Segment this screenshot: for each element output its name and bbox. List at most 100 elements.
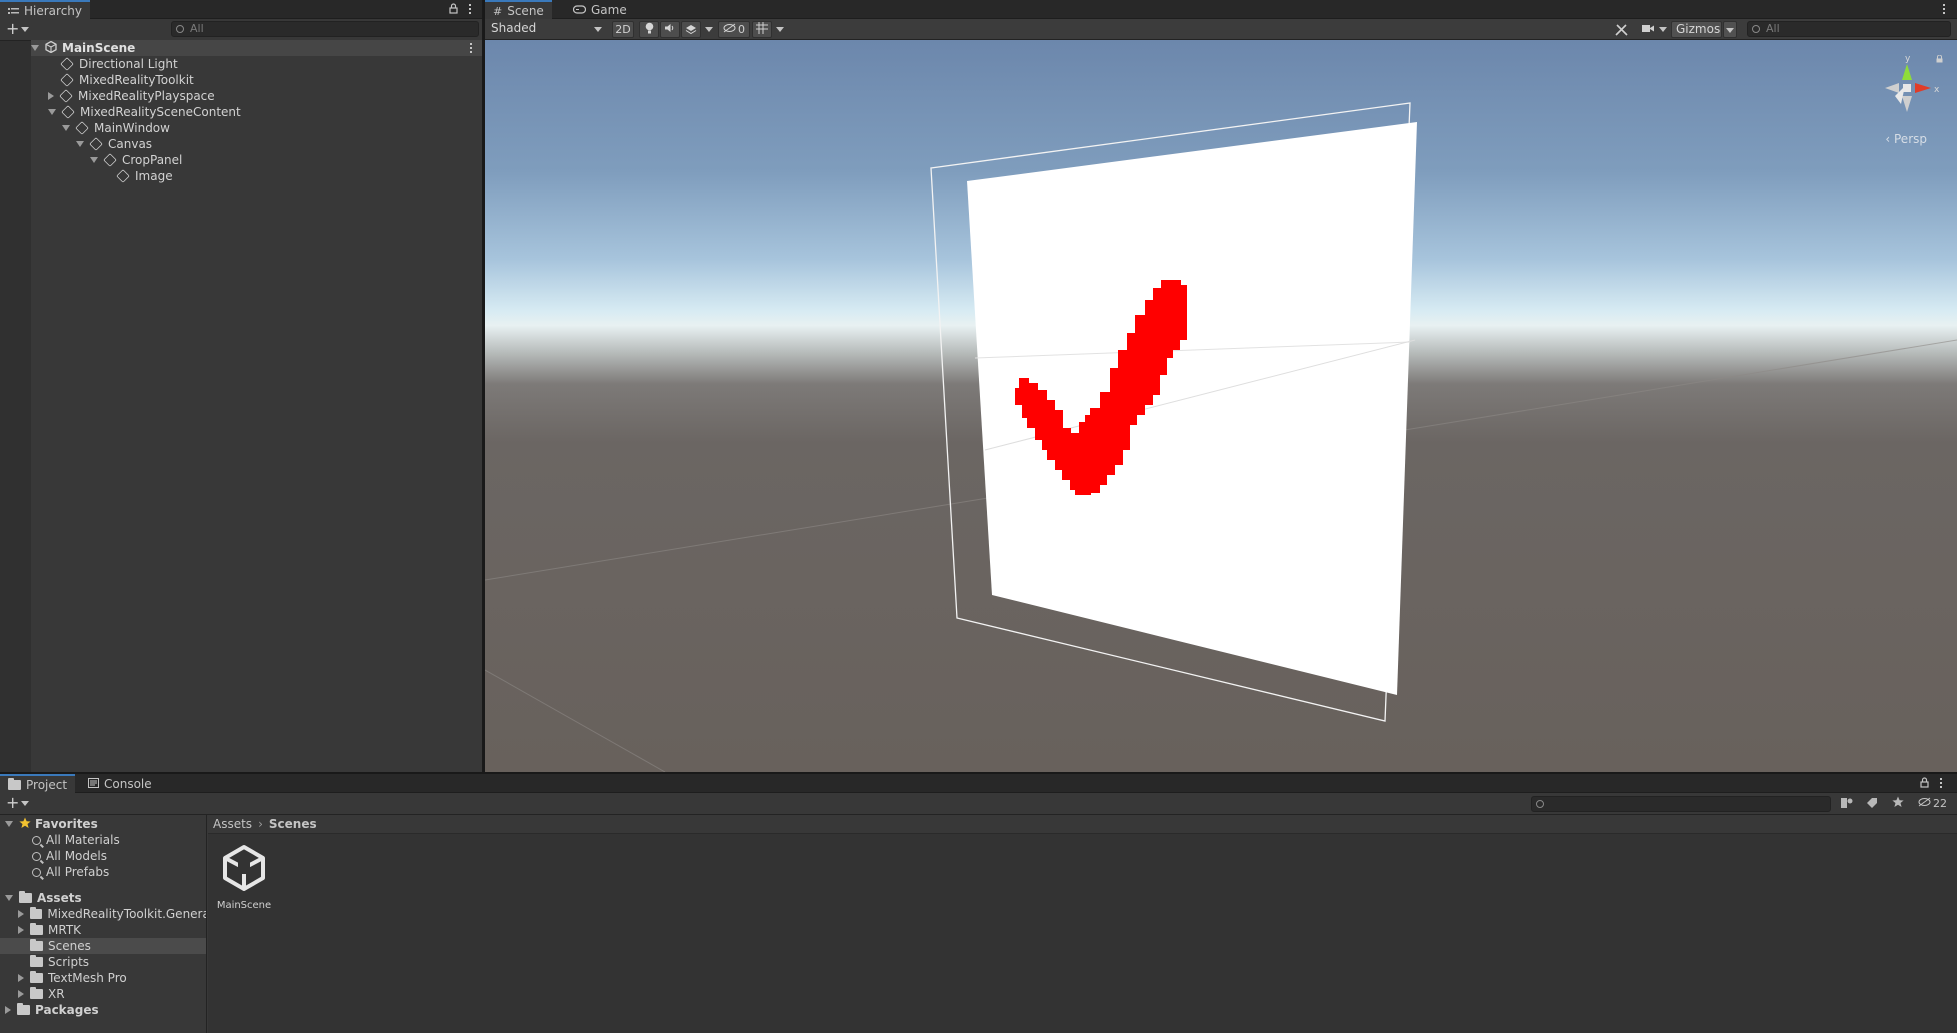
expand-arrow-icon[interactable] bbox=[90, 157, 98, 163]
scene-viewport[interactable]: y x ‹ Persp bbox=[485, 40, 1957, 772]
tab-scene[interactable]: # Scene bbox=[485, 0, 552, 20]
hierarchy-item-mainwindow[interactable]: MainWindow bbox=[62, 120, 482, 136]
assets-section[interactable]: Assets bbox=[0, 890, 206, 906]
grid-dropdown[interactable] bbox=[773, 21, 787, 38]
chevron-down-icon[interactable] bbox=[21, 27, 29, 32]
folder-icon bbox=[30, 987, 43, 999]
gizmos-dropdown[interactable] bbox=[1723, 21, 1737, 38]
folder-label: Scripts bbox=[48, 955, 90, 969]
tab-hierarchy[interactable]: Hierarchy bbox=[0, 0, 91, 20]
2d-toggle-button[interactable]: 2D bbox=[612, 21, 634, 38]
expand-arrow-icon[interactable] bbox=[76, 141, 84, 147]
create-asset-button[interactable]: + bbox=[6, 795, 19, 811]
more-icon[interactable] bbox=[1940, 778, 1943, 790]
tab-game[interactable]: Game bbox=[565, 0, 635, 19]
tab-console[interactable]: Console bbox=[80, 774, 160, 793]
hierarchy-item-label: Directional Light bbox=[79, 57, 178, 71]
hierarchy-item-mixedrealityscenecontent[interactable]: MixedRealitySceneContent bbox=[48, 104, 482, 120]
lock-icon[interactable] bbox=[449, 3, 458, 17]
scene-more-icon[interactable] bbox=[470, 43, 473, 55]
asset-item-mainscene[interactable]: MainScene bbox=[214, 843, 274, 923]
search-icon bbox=[32, 835, 41, 845]
more-icon[interactable] bbox=[469, 4, 472, 16]
lock-icon[interactable] bbox=[1920, 777, 1929, 791]
packages-label: Packages bbox=[35, 1003, 99, 1017]
breadcrumb-scenes[interactable]: Scenes bbox=[269, 817, 317, 831]
expand-arrow-icon[interactable] bbox=[18, 974, 24, 982]
hierarchy-item-mixedrealitytoolkit[interactable]: MixedRealityToolkit bbox=[60, 72, 482, 88]
expand-arrow-icon[interactable] bbox=[18, 990, 24, 998]
expand-arrow-icon[interactable] bbox=[18, 926, 24, 934]
favorites-label: Favorites bbox=[35, 817, 98, 831]
effects-toggle-button[interactable] bbox=[681, 21, 701, 38]
favorite-all-prefabs[interactable]: All Prefabs bbox=[0, 864, 206, 880]
chevron-down-icon[interactable] bbox=[21, 801, 29, 806]
gizmo-center[interactable] bbox=[1903, 84, 1911, 92]
add-object-button[interactable]: + bbox=[6, 21, 19, 37]
favorites-section[interactable]: Favorites bbox=[0, 816, 206, 832]
search-by-type-icon[interactable] bbox=[1840, 797, 1854, 812]
camera-dropdown[interactable] bbox=[1639, 21, 1669, 38]
hidden-packages-button[interactable]: 22 bbox=[1918, 797, 1947, 810]
scene-search-placeholder: All bbox=[1766, 22, 1780, 35]
gizmo-lock-icon[interactable] bbox=[1936, 52, 1943, 66]
favorite-all-materials[interactable]: All Materials bbox=[0, 832, 206, 848]
hierarchy-scene-row[interactable]: MainScene bbox=[31, 40, 482, 56]
gizmos-label: Gizmos bbox=[1676, 22, 1721, 36]
tools-icon[interactable] bbox=[1615, 23, 1628, 39]
expand-arrow-icon[interactable] bbox=[5, 1006, 11, 1014]
hierarchy-item-canvas[interactable]: Canvas bbox=[76, 136, 482, 152]
folder-label: XR bbox=[48, 987, 65, 1001]
label-tag-icon[interactable] bbox=[1866, 797, 1878, 812]
projection-toggle[interactable]: ‹ Persp bbox=[1885, 132, 1927, 146]
folder-mixedrealitytoolkit-generated[interactable]: MixedRealityToolkit.Generat bbox=[0, 906, 206, 922]
gizmos-button[interactable]: Gizmos bbox=[1671, 21, 1722, 38]
expand-arrow-icon[interactable] bbox=[31, 45, 39, 51]
shading-mode-dropdown[interactable]: Shaded bbox=[487, 21, 607, 38]
folder-icon bbox=[30, 939, 43, 951]
hierarchy-item-directional-light[interactable]: Directional Light bbox=[60, 56, 482, 72]
y-axis-cone[interactable] bbox=[1902, 64, 1912, 80]
expand-arrow-icon[interactable] bbox=[5, 821, 13, 827]
chevron-left-icon: ‹ bbox=[1885, 132, 1891, 146]
search-icon bbox=[176, 25, 184, 33]
breadcrumb: Assets › Scenes bbox=[208, 815, 1957, 834]
gameobject-icon bbox=[59, 89, 73, 103]
expand-arrow-icon[interactable] bbox=[5, 895, 13, 901]
folder-textmesh-pro[interactable]: TextMesh Pro bbox=[0, 970, 206, 986]
folder-mrtk[interactable]: MRTK bbox=[0, 922, 206, 938]
hierarchy-item-croppanel[interactable]: CropPanel bbox=[90, 152, 482, 168]
favorite-all-models[interactable]: All Models bbox=[0, 848, 206, 864]
x-axis-cone[interactable] bbox=[1915, 83, 1931, 93]
console-icon bbox=[88, 777, 99, 791]
hierarchy-search-input[interactable]: All bbox=[171, 21, 479, 37]
hierarchy-item-mixedrealityplayspace[interactable]: MixedRealityPlayspace bbox=[48, 88, 482, 104]
effects-dropdown[interactable] bbox=[702, 21, 716, 38]
audio-toggle-button[interactable] bbox=[660, 21, 680, 38]
grid-toggle-button[interactable] bbox=[752, 21, 772, 38]
project-search-input[interactable] bbox=[1531, 796, 1831, 812]
hidden-objects-button[interactable]: 0 bbox=[718, 21, 750, 38]
hierarchy-item-image[interactable]: Image bbox=[116, 168, 482, 184]
packages-section[interactable]: Packages bbox=[0, 1002, 206, 1018]
expand-arrow-icon[interactable] bbox=[48, 92, 54, 100]
neg-y-axis-cone[interactable] bbox=[1902, 96, 1912, 112]
expand-arrow-icon[interactable] bbox=[18, 910, 24, 918]
gameobject-icon bbox=[116, 169, 130, 183]
neg-x-axis-cone[interactable] bbox=[1885, 83, 1899, 93]
gameobject-icon bbox=[61, 105, 75, 119]
scene-search-input[interactable]: All bbox=[1747, 21, 1951, 37]
tab-game-label: Game bbox=[591, 2, 627, 17]
expand-arrow-icon[interactable] bbox=[48, 109, 56, 115]
lightbulb-icon bbox=[645, 22, 654, 37]
folder-scripts[interactable]: Scripts bbox=[0, 954, 206, 970]
folder-label: MRTK bbox=[48, 923, 82, 937]
more-icon[interactable] bbox=[1943, 4, 1946, 16]
tab-project[interactable]: Project bbox=[0, 774, 76, 794]
breadcrumb-assets[interactable]: Assets bbox=[213, 817, 252, 831]
favorite-star-icon[interactable] bbox=[1892, 796, 1904, 811]
folder-scenes[interactable]: Scenes bbox=[0, 938, 206, 954]
folder-xr[interactable]: XR bbox=[0, 986, 206, 1002]
expand-arrow-icon[interactable] bbox=[62, 125, 70, 131]
lighting-toggle-button[interactable] bbox=[639, 21, 659, 38]
